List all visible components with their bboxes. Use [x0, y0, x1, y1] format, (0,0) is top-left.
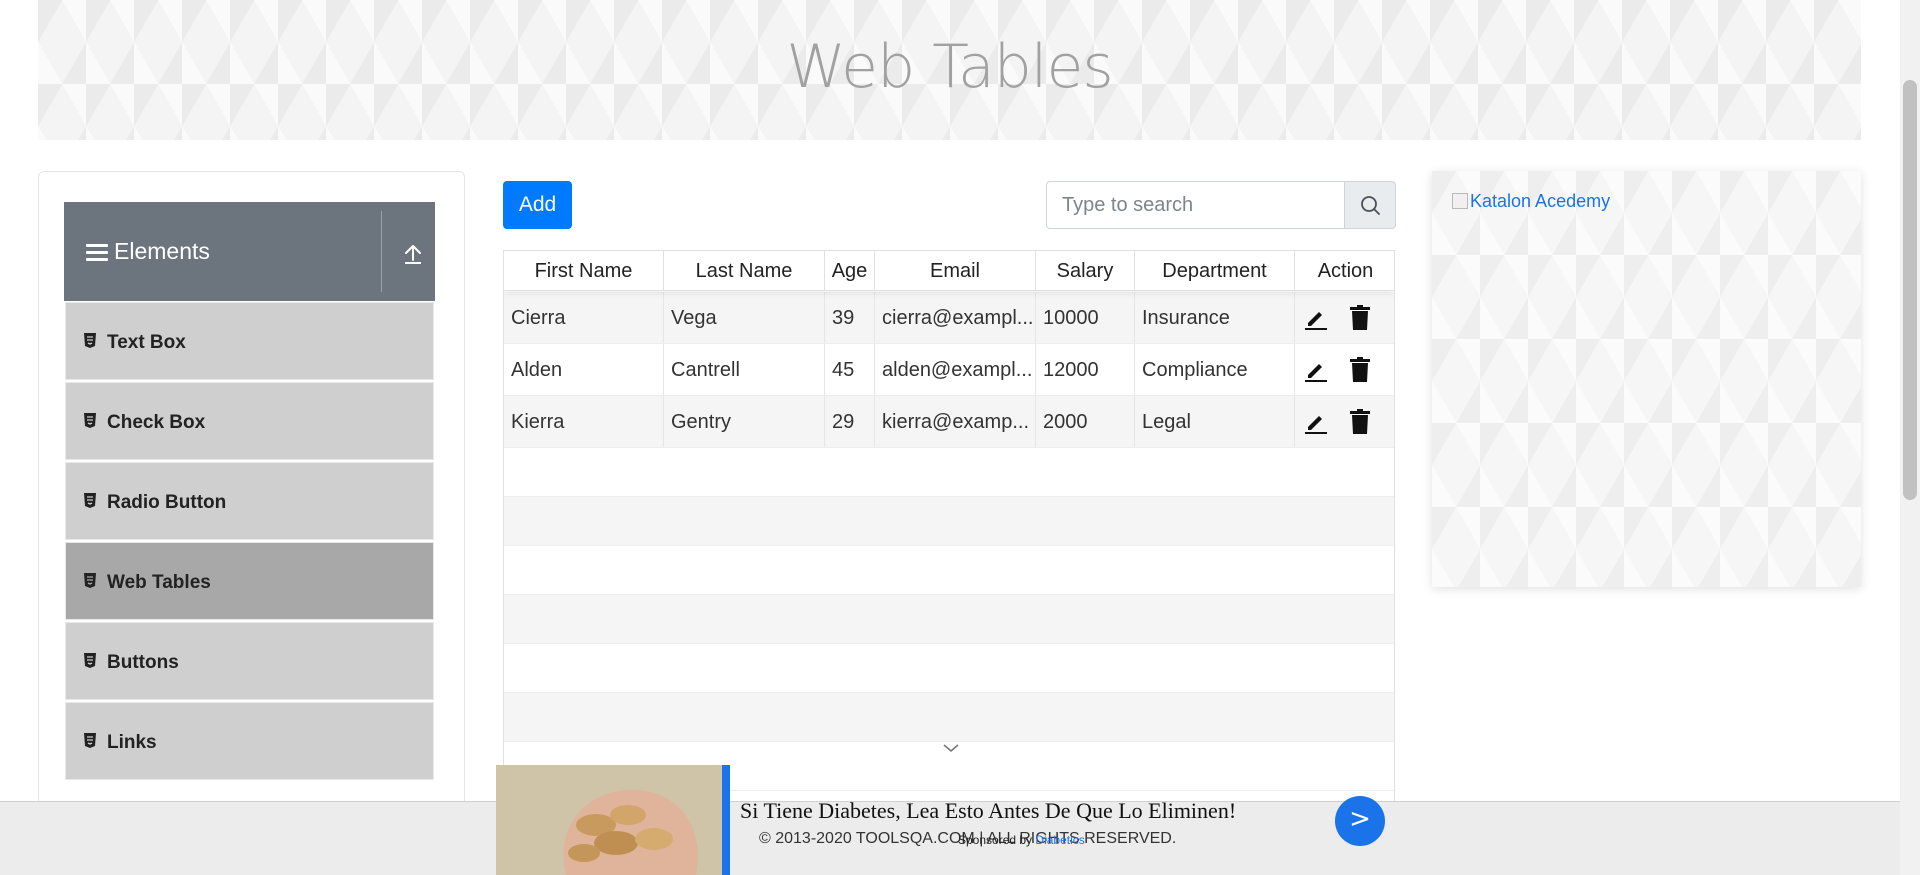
- page-banner: Web Tables: [38, 0, 1861, 140]
- search-box: [1046, 181, 1396, 229]
- sidebar-item-web-tables[interactable]: Web Tables: [65, 542, 434, 620]
- ad-sponsor-prefix: Sponsored by: [958, 833, 1033, 847]
- sidebar-item-links[interactable]: Links: [65, 702, 434, 780]
- cell-first-name: Kierra: [504, 396, 664, 447]
- html5-icon: [84, 653, 96, 668]
- table-row-empty: [504, 644, 1394, 693]
- cell-salary: 12000: [1036, 344, 1135, 395]
- table-row-empty: [504, 693, 1394, 742]
- page: Web Tables Elements Text Box Check Box R…: [0, 0, 1920, 875]
- html5-icon: [84, 733, 96, 748]
- table-row-empty: [504, 448, 1394, 497]
- bottom-ad-banner[interactable]: Si Tiene Diabetes, Lea Esto Antes De Que…: [496, 765, 1396, 875]
- broken-image-icon: [1452, 193, 1468, 209]
- cell-age: 45: [825, 344, 875, 395]
- cell-email: alden@exampl...: [875, 344, 1036, 395]
- sidebar-item-text-box[interactable]: Text Box: [65, 302, 434, 380]
- web-table: First Name Last Name Age Email Salary De…: [503, 250, 1395, 805]
- table-row: Cierra Vega 39 cierra@exampl... 10000 In…: [504, 292, 1394, 344]
- column-header-department[interactable]: Department: [1135, 251, 1295, 291]
- ad-sponsor: Sponsored by Diabetics: [958, 833, 1085, 847]
- cell-email: cierra@exampl...: [875, 292, 1036, 343]
- sidebar-menu: Text Box Check Box Radio Button Web Tabl…: [65, 302, 434, 782]
- sidebar-item-label: Check Box: [107, 412, 206, 433]
- column-header-salary[interactable]: Salary: [1036, 251, 1135, 291]
- side-ad-alt-text: Katalon Acedemy: [1470, 191, 1611, 211]
- html5-icon: [84, 333, 96, 348]
- ad-accent-strip: [722, 765, 730, 875]
- column-header-last-name[interactable]: Last Name: [664, 251, 825, 291]
- scrollbar-thumb[interactable]: [1903, 80, 1917, 500]
- sidebar-item-label: Radio Button: [107, 492, 227, 513]
- table-row: Kierra Gentry 29 kierra@examp... 2000 Le…: [504, 396, 1394, 448]
- html5-icon: [84, 493, 96, 508]
- cell-age: 39: [825, 292, 875, 343]
- table-header: First Name Last Name Age Email Salary De…: [504, 251, 1394, 291]
- chevron-down-icon[interactable]: [941, 742, 961, 754]
- page-title: Web Tables: [786, 32, 1113, 102]
- sidebar-item-label: Text Box: [107, 332, 186, 353]
- katalon-academy-link[interactable]: Katalon Acedemy: [1452, 191, 1610, 212]
- column-header-first-name[interactable]: First Name: [504, 251, 664, 291]
- cell-email: kierra@examp...: [875, 396, 1036, 447]
- edit-icon[interactable]: [1304, 410, 1328, 434]
- delete-icon[interactable]: [1350, 357, 1370, 382]
- hamburger-icon: [86, 244, 108, 262]
- search-input[interactable]: [1046, 181, 1346, 229]
- sidebar-item-label: Buttons: [107, 652, 179, 673]
- column-header-action[interactable]: Action: [1295, 251, 1394, 291]
- ad-sponsor-brand[interactable]: Diabetics: [1035, 833, 1084, 847]
- header-divider: [381, 211, 382, 292]
- cell-age: 29: [825, 396, 875, 447]
- html5-icon: [84, 573, 96, 588]
- edit-icon[interactable]: [1304, 306, 1328, 330]
- ad-go-button[interactable]: >: [1335, 796, 1385, 846]
- table-row-empty: [504, 497, 1394, 546]
- side-ad-banner[interactable]: Katalon Acedemy: [1432, 171, 1861, 587]
- table-row-empty: [504, 546, 1394, 595]
- sidebar-item-radio-button[interactable]: Radio Button: [65, 462, 434, 540]
- cell-last-name: Gentry: [664, 396, 825, 447]
- page-scrollbar[interactable]: [1900, 0, 1920, 875]
- elements-group-header[interactable]: Elements: [64, 202, 435, 301]
- cell-department: Compliance: [1135, 344, 1295, 395]
- edit-icon[interactable]: [1304, 358, 1328, 382]
- table-row-empty: [504, 595, 1394, 644]
- cell-first-name: Alden: [504, 344, 664, 395]
- sidebar-item-label: Web Tables: [107, 572, 211, 593]
- cell-last-name: Cantrell: [664, 344, 825, 395]
- html5-icon: [84, 413, 96, 428]
- search-button[interactable]: [1344, 181, 1396, 229]
- collapse-up-icon[interactable]: [402, 242, 424, 266]
- ad-headline[interactable]: Si Tiene Diabetes, Lea Esto Antes De Que…: [740, 798, 1236, 824]
- column-header-age[interactable]: Age: [825, 251, 875, 291]
- elements-group-title: Elements: [114, 238, 210, 264]
- delete-icon[interactable]: [1350, 409, 1370, 434]
- cell-last-name: Vega: [664, 292, 825, 343]
- ad-cashew-image: [496, 765, 722, 875]
- cell-salary: 2000: [1036, 396, 1135, 447]
- cell-first-name: Cierra: [504, 292, 664, 343]
- search-icon: [1361, 196, 1380, 215]
- table-row: Alden Cantrell 45 alden@exampl... 12000 …: [504, 344, 1394, 396]
- cell-department: Legal: [1135, 396, 1295, 447]
- add-button[interactable]: Add: [503, 181, 572, 229]
- cell-department: Insurance: [1135, 292, 1295, 343]
- column-header-email[interactable]: Email: [875, 251, 1036, 291]
- sidebar-item-buttons[interactable]: Buttons: [65, 622, 434, 700]
- delete-icon[interactable]: [1350, 305, 1370, 330]
- cell-salary: 10000: [1036, 292, 1135, 343]
- sidebar-item-label: Links: [107, 732, 157, 753]
- sidebar-item-check-box[interactable]: Check Box: [65, 382, 434, 460]
